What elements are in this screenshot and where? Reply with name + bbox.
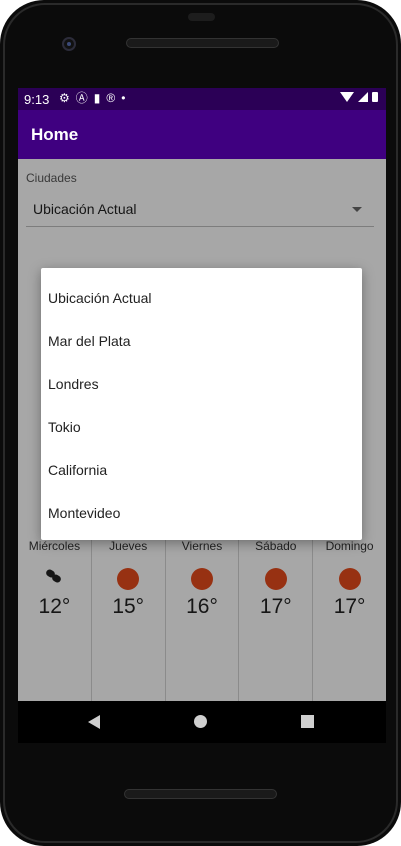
front-camera: [62, 37, 76, 51]
recent-apps-icon[interactable]: [301, 715, 314, 728]
app-title: Home: [31, 125, 79, 144]
navigation-bar: [18, 701, 386, 743]
wifi-icon: [340, 92, 354, 102]
home-icon[interactable]: [194, 715, 207, 728]
earpiece-speaker: [126, 38, 279, 48]
app-bar: Home: [18, 110, 386, 159]
menu-item-label: Mar del Plata: [48, 333, 131, 349]
menu-item-label: California: [48, 462, 108, 478]
system-icons: [340, 92, 378, 102]
notification-icons: ⚙ Ⓐ ▮ ® •: [59, 91, 125, 105]
back-icon[interactable]: [88, 715, 100, 729]
menu-item-ubicacion-actual[interactable]: Ubicación Actual: [41, 276, 362, 319]
menu-item-mar-del-plata[interactable]: Mar del Plata: [41, 319, 362, 362]
battery-icon: [372, 92, 378, 102]
menu-item-label: Tokio: [48, 419, 81, 435]
menu-item-label: Londres: [48, 376, 99, 392]
menu-item-california[interactable]: California: [41, 448, 362, 491]
bottom-speaker: [124, 789, 277, 799]
app-r-icon: ®: [106, 91, 116, 105]
phone-frame: 9:13 ⚙ Ⓐ ▮ ® • Home Ciudades Ubicación A…: [0, 0, 401, 846]
menu-item-label: Ubicación Actual: [48, 290, 152, 306]
screen: 9:13 ⚙ Ⓐ ▮ ® • Home Ciudades Ubicación A…: [18, 88, 386, 701]
menu-item-label: Montevideo: [48, 505, 121, 521]
top-notch: [188, 13, 215, 21]
signal-icon: [358, 92, 368, 102]
status-bar: 9:13 ⚙ Ⓐ ▮ ® •: [18, 88, 386, 110]
menu-item-londres[interactable]: Londres: [41, 362, 362, 405]
dot-icon: •: [121, 91, 126, 105]
status-time: 9:13: [24, 92, 50, 107]
settings-icon: ⚙: [59, 91, 70, 105]
menu-item-tokio[interactable]: Tokio: [41, 405, 362, 448]
app-a-icon: Ⓐ: [75, 91, 88, 105]
city-dropdown-menu: Ubicación Actual Mar del Plata Londres T…: [41, 268, 362, 540]
sd-card-icon: ▮: [93, 91, 101, 105]
menu-item-montevideo[interactable]: Montevideo: [41, 491, 362, 534]
